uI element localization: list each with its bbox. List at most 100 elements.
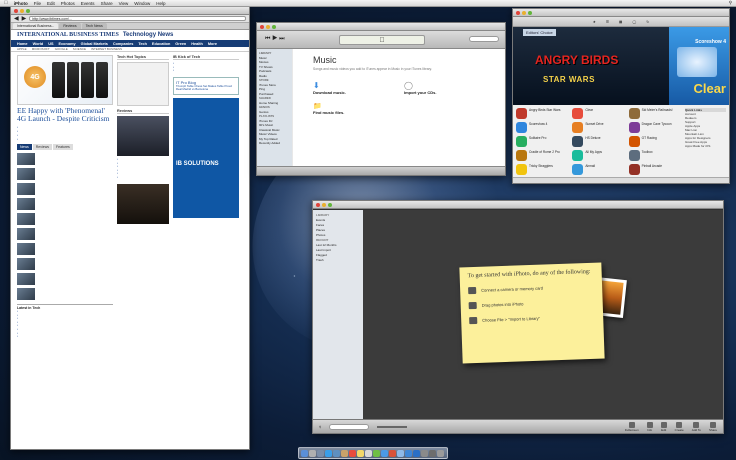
list-item[interactable] (17, 153, 113, 165)
nav-companies[interactable]: Companies (113, 42, 133, 46)
sidebar-item-music[interactable]: Music (259, 56, 267, 60)
nav-markets[interactable]: Global Markets (81, 42, 108, 46)
sidebar-item-ping[interactable]: Ping (259, 87, 265, 91)
forward-icon[interactable]: ▶ (22, 15, 27, 22)
zoom-button[interactable] (328, 202, 332, 207)
list-item[interactable]: Clear (572, 108, 625, 119)
sidebar-item-playlist[interactable]: Music Videos (259, 132, 277, 136)
sidebar-item-last-import[interactable]: Last Import (316, 248, 331, 252)
photo-booth-icon[interactable] (389, 449, 396, 457)
share-button[interactable]: Share (709, 421, 717, 432)
close-button[interactable] (14, 8, 18, 13)
sidebar-item-playlist[interactable]: My Top Rated (259, 137, 277, 141)
list-item[interactable]: Sunset Drive (572, 122, 625, 133)
zoom-slider[interactable] (377, 425, 408, 428)
list-item[interactable]: Scoreshow 4 (516, 122, 569, 133)
list-item[interactable]: Toolbox (628, 150, 682, 161)
nav-health[interactable]: Health (191, 42, 203, 46)
menu-view[interactable]: View (119, 1, 129, 6)
playback-controls-icon[interactable]: ⏮ ▶ ⏭ (265, 36, 285, 43)
list-item[interactable] (17, 198, 113, 210)
updates-icon[interactable]: ↻ (646, 20, 649, 24)
angry-birds-banner[interactable]: Editors' Choice ANGRY BIRDS STAR WARS (513, 27, 669, 105)
list-item[interactable]: Solitaire Pro (516, 136, 569, 147)
mission-control-icon[interactable] (317, 449, 324, 457)
list-item[interactable]: GT Racing (628, 136, 682, 147)
tab-ibt[interactable]: International Business... (13, 23, 59, 29)
sidebar-item-events[interactable]: Events (316, 218, 325, 222)
tab-reviews[interactable]: Reviews (59, 23, 81, 29)
blog-link-2[interactable]: Real Madrid vs Barcelona (176, 88, 236, 92)
side-banner[interactable]: Scoreshow 4 Clear (669, 27, 729, 105)
list-item[interactable] (17, 273, 113, 285)
calendar-icon[interactable] (349, 449, 356, 457)
safari-icon[interactable] (325, 449, 332, 457)
import-option[interactable]: ◯ Import your CDs. (404, 81, 485, 96)
list-item[interactable]: Tricky Stragglers (516, 164, 569, 175)
list-item[interactable]: Airmail (572, 164, 625, 175)
subnav-science[interactable]: SCIENCE (73, 47, 86, 51)
list-item[interactable]: All My Apps (572, 150, 625, 161)
add-to-button[interactable]: Add To (692, 421, 701, 432)
list-item[interactable]: Sid Meier's Railroads! (628, 108, 682, 119)
system-preferences-icon[interactable] (421, 449, 428, 457)
subnav-apple[interactable]: APPLE (17, 47, 27, 51)
search-input[interactable] (469, 36, 499, 42)
zoom-button[interactable] (528, 10, 532, 15)
nav-economy[interactable]: Economy (59, 42, 76, 46)
find-option[interactable]: 📁 Find music files. (313, 102, 485, 116)
apple-menu-icon[interactable]:  (4, 0, 8, 6)
minimize-button[interactable] (322, 202, 326, 207)
close-button[interactable] (316, 202, 320, 207)
list-item[interactable]: Cradle of Rome 2 Pro (516, 150, 569, 161)
mail-icon[interactable] (333, 449, 340, 457)
subnav-internet[interactable]: INTERNET BUSINESS (91, 47, 122, 51)
address-field[interactable]: http://www.ibtimes.com/... (29, 16, 246, 21)
review-image-2[interactable] (117, 183, 169, 224)
zoom-button[interactable] (26, 8, 30, 13)
trash-icon[interactable] (437, 449, 444, 457)
sidebar-item-genius[interactable]: Genius (259, 110, 269, 114)
menu-events[interactable]: Events (81, 1, 95, 6)
featured-icon[interactable]: ★ (593, 20, 596, 24)
list-item[interactable] (17, 258, 113, 270)
notes-icon[interactable] (357, 449, 364, 457)
sidebar-item-faces[interactable]: Faces (316, 223, 324, 227)
nav-education[interactable]: Education (152, 42, 170, 46)
menu-file[interactable]: File (34, 1, 41, 6)
sidebar-item-store[interactable]: iTunes Store (259, 83, 276, 87)
nav-green[interactable]: Green (175, 42, 186, 46)
list-item[interactable]: Pinball Arcade (628, 164, 682, 175)
itunes-icon[interactable] (405, 449, 412, 457)
facetime-icon[interactable] (381, 449, 388, 457)
menu-edit[interactable]: Edit (47, 1, 55, 6)
advertisement[interactable]: IB SOLUTIONS (173, 97, 239, 218)
nav-world[interactable]: World (33, 42, 44, 46)
zoom-button[interactable] (272, 24, 276, 29)
subnav-microsoft[interactable]: MICROSOFT (32, 47, 50, 51)
nav-home[interactable]: Home (17, 42, 28, 46)
sidebar-item-playlist[interactable]: Classical Music (259, 128, 280, 132)
launchpad-icon[interactable] (309, 449, 316, 457)
sidebar-item-playlist[interactable]: Recently Added (259, 141, 280, 145)
ibt-logo[interactable]: INTERNATIONAL BUSINESS TIMES (17, 32, 119, 38)
list-item[interactable]: Dragon Cave Tycoon (628, 122, 682, 133)
sidebar-item-purchased[interactable]: Purchased (259, 92, 273, 96)
list-item[interactable] (17, 213, 113, 225)
list-item[interactable] (17, 243, 113, 255)
nav-us[interactable]: US (48, 42, 53, 46)
sidebar-item-last-12-months[interactable]: Last 12 Months (316, 243, 337, 247)
top-charts-icon[interactable]: ☰ (606, 20, 609, 24)
sidebar-item-movies[interactable]: Movies (259, 60, 269, 64)
sidebar-item-flagged[interactable]: Flagged (316, 253, 327, 257)
list-item[interactable]: HS Deluxe (572, 136, 625, 147)
tab-tech-news[interactable]: Tech News (81, 23, 107, 29)
sidebar-item-photos[interactable]: Photos (316, 233, 325, 237)
back-icon[interactable]: ◀ (14, 15, 19, 22)
close-button[interactable] (260, 24, 264, 29)
nav-more[interactable]: More (208, 42, 217, 46)
review-image[interactable] (117, 116, 169, 156)
create-button[interactable]: Create (675, 421, 684, 432)
close-button[interactable] (516, 10, 520, 15)
purchases-icon[interactable]: ◯ (632, 20, 636, 24)
